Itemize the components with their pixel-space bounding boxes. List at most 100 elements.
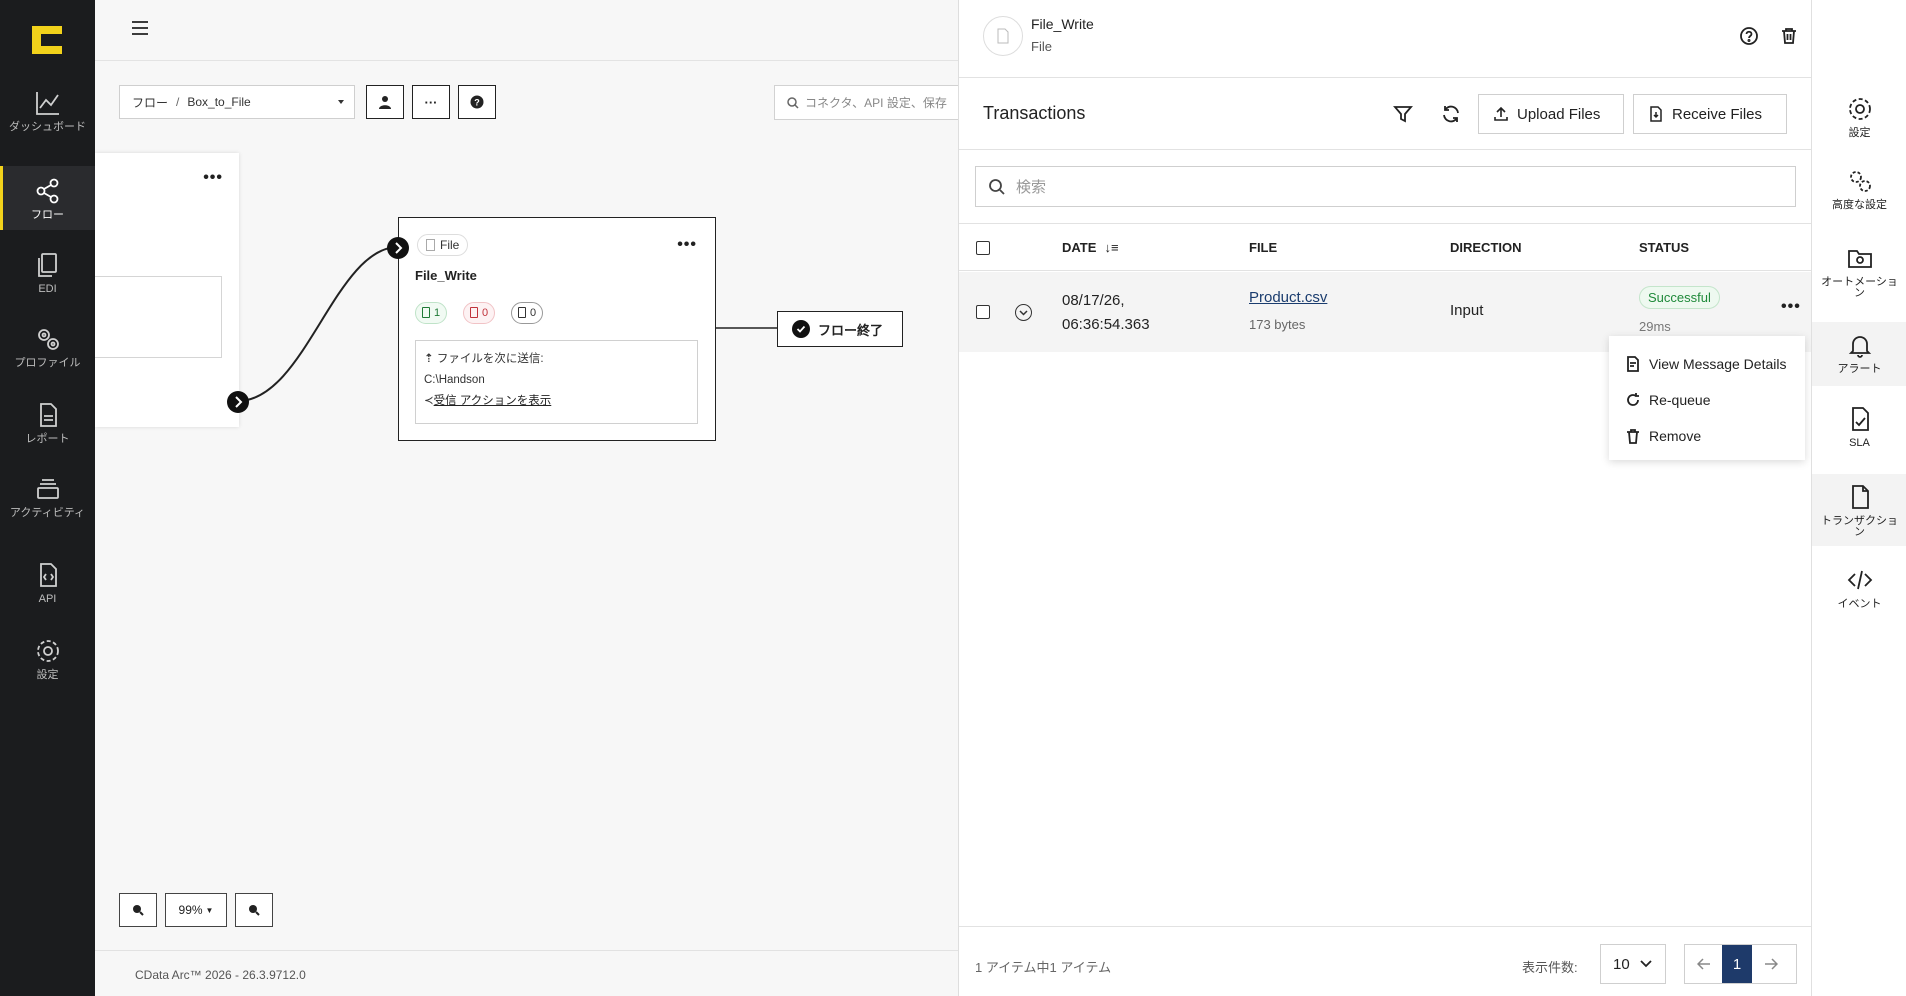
per-page-label: 表示件数: — [1522, 960, 1578, 975]
gear-icon — [1848, 98, 1871, 120]
code-icon — [1847, 570, 1872, 590]
success-count-badge[interactable]: 1 — [415, 302, 448, 324]
node-title: File_Write — [415, 268, 477, 283]
zoom-out-button[interactable] — [235, 893, 273, 927]
panel-title: File_Write — [1031, 16, 1094, 32]
nav-item-reports[interactable]: レポート — [0, 400, 95, 450]
connector-type-pill: File — [417, 234, 469, 256]
transactions-title: Transactions — [983, 103, 1086, 123]
row-context-menu: View Message Details Re-queue Remove — [1609, 336, 1805, 460]
nav-item-label: フロー — [31, 209, 64, 221]
flow-canvas: フロー / Box_to_File ··· ? コネクタ、API 設定、保存 •… — [95, 0, 958, 996]
status-column-header[interactable]: STATUS — [1639, 240, 1689, 255]
date-column-header[interactable]: DATE ↓≡ — [1062, 240, 1119, 255]
receive-action-link[interactable]: 受信 アクションを表示 — [434, 395, 552, 407]
receive-files-label: Receive Files — [1672, 105, 1763, 123]
cdata-logo[interactable] — [32, 26, 62, 54]
rail-item-label: イベント — [1837, 598, 1882, 610]
node-menu-icon[interactable]: ••• — [677, 236, 697, 254]
nav-item-activity[interactable]: アクティビティ — [0, 474, 95, 536]
per-page-select[interactable]: 10 — [1600, 944, 1666, 984]
rail-item-label: 高度な設定 — [1832, 199, 1887, 211]
message-details-icon — [1627, 356, 1639, 372]
upload-files-label: Upload Files — [1517, 105, 1601, 123]
transactions-panel: File_Write File Transactions Upload File… — [958, 0, 1876, 996]
rail-item-settings[interactable]: 設定 — [1812, 94, 1906, 139]
file-error-icon — [470, 307, 478, 318]
expand-row-button[interactable] — [1015, 304, 1032, 321]
folder-gear-icon — [1847, 250, 1872, 268]
filter-button[interactable] — [1391, 102, 1415, 126]
flow-end-node[interactable]: フロー終了 — [777, 311, 903, 347]
receive-files-button[interactable]: Receive Files — [1633, 94, 1787, 134]
nav-item-flows[interactable]: フロー — [0, 166, 95, 230]
nav-item-label: API — [38, 593, 57, 605]
menu-item-view-message-details[interactable]: View Message Details — [1609, 346, 1805, 382]
flow-end-label: フロー終了 — [818, 322, 884, 338]
file-column-header[interactable]: FILE — [1249, 240, 1277, 255]
file-icon — [997, 28, 1009, 44]
upload-files-button[interactable]: Upload Files — [1478, 94, 1624, 134]
current-page-button[interactable]: 1 — [1722, 945, 1752, 983]
select-all-checkbox[interactable] — [976, 241, 990, 255]
file-success-icon — [422, 307, 430, 318]
nav-item-settings[interactable]: 設定 — [0, 636, 95, 686]
node-menu-icon[interactable]: ••• — [203, 169, 223, 187]
pending-count: 0 — [530, 307, 537, 319]
refresh-button[interactable] — [1439, 102, 1463, 126]
row-date: 08/17/26, 06:36:54.363 — [1062, 289, 1150, 337]
direction-column-header[interactable]: DIRECTION — [1450, 240, 1522, 255]
nav-item-api[interactable]: API — [0, 560, 95, 610]
panel-footer: 1 アイテム中1 アイテム 表示件数: 10 1 — [959, 926, 1812, 996]
rail-item-alerts[interactable]: アラート — [1812, 322, 1906, 386]
error-count-badge[interactable]: 0 — [463, 302, 496, 324]
prev-page-button[interactable] — [1685, 945, 1722, 983]
zoom-level: 99% — [178, 903, 203, 917]
help-button[interactable] — [1738, 25, 1760, 47]
output-port-icon[interactable] — [226, 390, 250, 414]
input-port-icon[interactable] — [385, 235, 411, 261]
gear-icon — [36, 640, 59, 662]
arrow-left-icon — [1696, 958, 1710, 970]
documents-icon — [37, 253, 57, 277]
next-page-button[interactable] — [1752, 945, 1789, 983]
menu-item-requeue[interactable]: Re-queue — [1609, 382, 1805, 418]
zoom-level-select[interactable]: 99% ▼ — [165, 893, 227, 927]
panel-subtitle: File — [1031, 39, 1052, 54]
share-icon: ≺ — [424, 395, 434, 407]
row-actions-icon[interactable]: ••• — [1781, 298, 1801, 316]
per-page-value: 10 — [1613, 955, 1630, 973]
nav-item-edi[interactable]: EDI — [0, 250, 95, 300]
delete-button[interactable] — [1778, 25, 1800, 47]
rail-item-automation[interactable]: オートメーション — [1812, 243, 1906, 299]
row-checkbox[interactable] — [976, 305, 990, 319]
rail-item-events[interactable]: イベント — [1812, 565, 1906, 610]
api-file-icon — [39, 563, 57, 587]
menu-item-remove[interactable]: Remove — [1609, 418, 1805, 454]
left-nav: ダッシュボード フロー EDI プロファイル レポート アクティビティ API … — [0, 0, 95, 996]
refresh-icon — [1443, 105, 1459, 123]
report-icon — [39, 403, 57, 427]
zoom-in-button[interactable] — [119, 893, 157, 927]
source-connector-node[interactable]: ••• — [95, 153, 239, 427]
send-label: ファイルを次に送信: — [436, 353, 544, 365]
row-file-link[interactable]: Product.csv — [1249, 289, 1327, 306]
item-count: 1 アイテム中1 アイテム — [975, 960, 1112, 975]
transactions-search-input[interactable]: 検索 — [975, 166, 1796, 207]
nav-item-label: レポート — [25, 433, 70, 445]
pending-count-badge[interactable]: 0 — [511, 302, 544, 324]
nav-item-dashboard[interactable]: ダッシュボード — [0, 88, 95, 148]
upload-icon: ⇡ — [424, 353, 437, 365]
rail-item-sla[interactable]: SLA — [1812, 404, 1906, 449]
menu-item-label: View Message Details — [1649, 356, 1787, 372]
nav-item-label: ダッシュボード — [9, 121, 86, 133]
status-badge: Successful — [1639, 286, 1720, 309]
connector-avatar — [983, 16, 1023, 56]
chart-line-icon — [35, 92, 59, 115]
menu-item-label: Re-queue — [1649, 392, 1711, 408]
rail-item-advanced-settings[interactable]: 高度な設定 — [1812, 166, 1906, 211]
nav-item-profile[interactable]: プロファイル — [0, 324, 95, 374]
file-write-node[interactable]: File ••• File_Write 1 0 0 ⇡ ファイルを次に送信: C… — [398, 217, 716, 441]
upload-icon — [1494, 106, 1508, 121]
rail-item-transactions[interactable]: トランザクション — [1812, 474, 1906, 546]
